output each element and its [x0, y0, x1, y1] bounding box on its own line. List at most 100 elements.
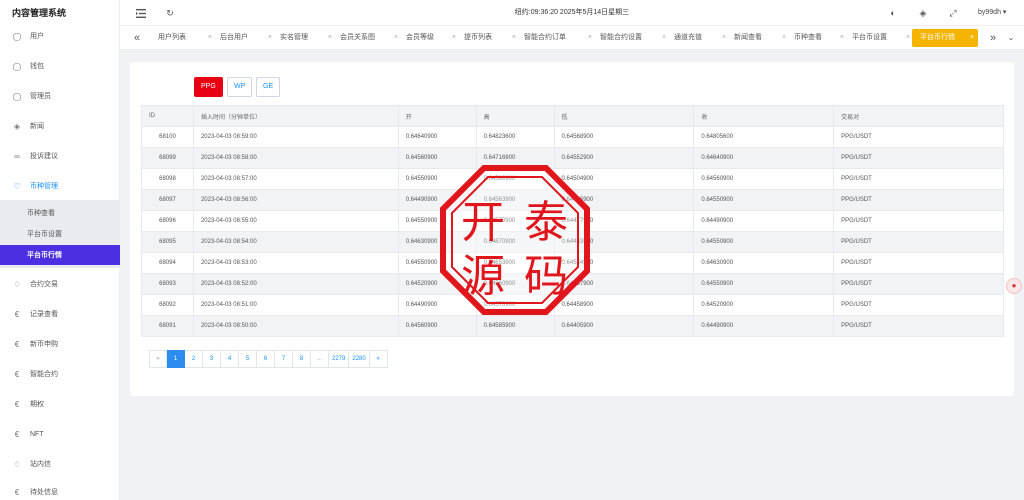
pagination-page-button[interactable]: 5	[239, 350, 257, 368]
sidebar-item-new-coin-subscription[interactable]: € 新币申购	[0, 334, 120, 354]
coin-icon: ♡	[13, 181, 21, 191]
watermark-char: 源	[461, 251, 505, 302]
table-row: 68100 2023-04-03 08:59:00 0.64640900 0.6482…	[141, 126, 1004, 148]
pagination-prev-button[interactable]: «	[149, 350, 167, 368]
column-header-time: 插入时间（分钟单位）	[192, 105, 399, 127]
sidebar-item-contract-trading[interactable]: ♢ 合约交易	[0, 274, 120, 294]
submenu-item-platform-coin-market[interactable]: 平台币行情	[0, 245, 120, 265]
tabs-menu-chevron-down-icon[interactable]: ⌄	[1004, 29, 1018, 47]
bell-icon: ♢	[13, 459, 21, 469]
sidebar-item-nft[interactable]: € NFT	[0, 424, 120, 444]
tab-platform-coin-settings[interactable]: 平台币设置 ×	[844, 29, 910, 47]
tag-icon[interactable]: ◈	[916, 6, 930, 20]
symbol-button-ppg[interactable]: PPG	[194, 77, 223, 97]
pagination-page-button[interactable]: 2280	[349, 350, 370, 368]
submenu-item-coin-view[interactable]: 币种查看	[0, 203, 120, 223]
pagination-page-button[interactable]: 2	[185, 350, 203, 368]
cell-id: 68094	[141, 252, 194, 274]
pagination-page-button[interactable]: 7	[275, 350, 293, 368]
close-icon[interactable]: ×	[970, 29, 974, 47]
sidebar-item-label: NFT	[30, 430, 44, 438]
tab-channel-recharge[interactable]: 通道充值 ×	[666, 29, 726, 47]
submenu-item-platform-coin-settings[interactable]: 平台币设置	[0, 224, 120, 244]
pagination-next-button[interactable]: »	[369, 350, 388, 368]
sidebar-item-records[interactable]: € 记录查看	[0, 304, 120, 324]
pagination: « 1 2 3 4 5 6 7 8 ... 2279 2280 »	[149, 350, 388, 368]
cell-pair: PPG/USDT	[833, 252, 1004, 274]
pagination-page-button[interactable]: 1	[167, 350, 185, 368]
symbol-button-ge[interactable]: GE	[256, 77, 281, 97]
cell-pair: PPG/USDT	[833, 147, 1004, 169]
palette-icon[interactable]: ◐	[886, 6, 900, 20]
menu-collapse-icon[interactable]	[134, 6, 148, 20]
sidebar-item-messages[interactable]: ♢ 站内信	[0, 454, 120, 474]
sidebar-item-label: 期权	[30, 401, 44, 408]
tab-withdraw-list[interactable]: 提币列表 ×	[456, 29, 516, 47]
tab-smart-contract-settings[interactable]: 智能合约设置 ×	[592, 29, 666, 47]
cell-high: 0.64823600	[475, 126, 555, 148]
sidebar-item-coin-management[interactable]: ♡ 币种管理	[0, 176, 120, 196]
cell-id: 68098	[141, 168, 194, 190]
tab-news-view[interactable]: 新闻查看 ×	[726, 29, 786, 47]
tab-label: 新闻查看	[734, 34, 762, 41]
sidebar-item-admins[interactable]: ◯ 管理员	[0, 86, 120, 106]
floating-assist-icon[interactable]: ●	[1006, 278, 1022, 294]
pagination-page-button[interactable]: 6	[257, 350, 275, 368]
tag-icon: ◈	[13, 121, 21, 131]
tab-label: 提币列表	[464, 34, 492, 41]
tab-coin-view[interactable]: 币种查看 ×	[786, 29, 844, 47]
sidebar-item-label: 待处信息	[30, 489, 58, 496]
sidebar-item-options[interactable]: € 期权	[0, 394, 120, 414]
tabs-scroll-right-icon[interactable]: »	[986, 29, 1000, 47]
user-menu[interactable]: by99dh ▾	[978, 0, 1006, 26]
sidebar-item-news[interactable]: ◈ 新闻	[0, 116, 120, 136]
tab-member-graph[interactable]: 会员关系图 ×	[332, 29, 398, 47]
cell-low: 0.64568900	[553, 126, 695, 148]
currency-icon: €	[14, 369, 20, 379]
tab-platform-coin-market[interactable]: 平台币行情 ×	[912, 29, 978, 47]
tab-admin-users[interactable]: 后台用户 ×	[212, 29, 272, 47]
sidebar-item-wallet[interactable]: ◯ 钱包	[0, 56, 120, 76]
sidebar: 内容管理系统 ◯ 用户 ◯ 钱包 ◯ 管理员 ◈ 新闻 ∞ 投诉建议 ♡ 币种管…	[0, 0, 120, 500]
pagination-page-button[interactable]: 4	[221, 350, 239, 368]
refresh-icon[interactable]: ↻	[163, 6, 177, 20]
username: by99dh	[978, 9, 1001, 16]
fullscreen-icon[interactable]: ⤢	[946, 6, 960, 20]
cell-close: 0.64520900	[693, 294, 835, 316]
pagination-page-button[interactable]: 8	[293, 350, 311, 368]
sidebar-item-smart-contract[interactable]: € 智能合约	[0, 364, 120, 384]
watermark-char: 泰	[524, 197, 568, 248]
tab-label: 平台币设置	[852, 34, 887, 41]
cell-pair: PPG/USDT	[833, 315, 1004, 337]
tab-smart-contract-orders[interactable]: 智能合约订单 ×	[516, 29, 592, 47]
wallet-icon: ◯	[12, 61, 22, 71]
column-header-open: 开	[397, 105, 477, 127]
tab-member-level[interactable]: 会员等级 ×	[398, 29, 456, 47]
tab-label: 币种查看	[794, 34, 822, 41]
tab-kyc[interactable]: 实名管理 ×	[272, 29, 332, 47]
currency-icon: €	[14, 339, 20, 349]
symbol-button-wp[interactable]: WP	[227, 77, 253, 97]
shield-icon: ◯	[12, 91, 22, 101]
sidebar-item-feedback[interactable]: ∞ 投诉建议	[0, 146, 120, 166]
tab-label: 智能合约设置	[600, 34, 642, 41]
column-header-close: 收	[693, 105, 835, 127]
cell-id: 68097	[141, 189, 194, 211]
tab-user-list[interactable]: 用户列表 ×	[150, 29, 212, 47]
cell-pair: PPG/USDT	[833, 210, 1004, 232]
cell-close: 0.64550900	[693, 231, 835, 253]
tab-label: 智能合约订单	[524, 34, 566, 41]
diamond-icon: ♢	[13, 279, 21, 289]
pagination-page-button[interactable]: 2279	[329, 350, 350, 368]
cell-id: 68091	[141, 315, 194, 337]
cell-open: 0.64640900	[397, 126, 477, 148]
close-icon[interactable]: ×	[906, 29, 910, 47]
cell-id: 68100	[141, 126, 194, 148]
sidebar-item-label: 站内信	[30, 461, 51, 468]
cell-time: 2023-04-03 08:52:00	[192, 273, 399, 295]
cell-close: 0.64490900	[693, 315, 835, 337]
sidebar-item-pending-info[interactable]: € 待处信息	[0, 482, 120, 500]
tabs-scroll-left-icon[interactable]: «	[130, 29, 144, 47]
pagination-page-button[interactable]: 3	[203, 350, 221, 368]
sidebar-item-users[interactable]: ◯ 用户	[0, 26, 120, 46]
